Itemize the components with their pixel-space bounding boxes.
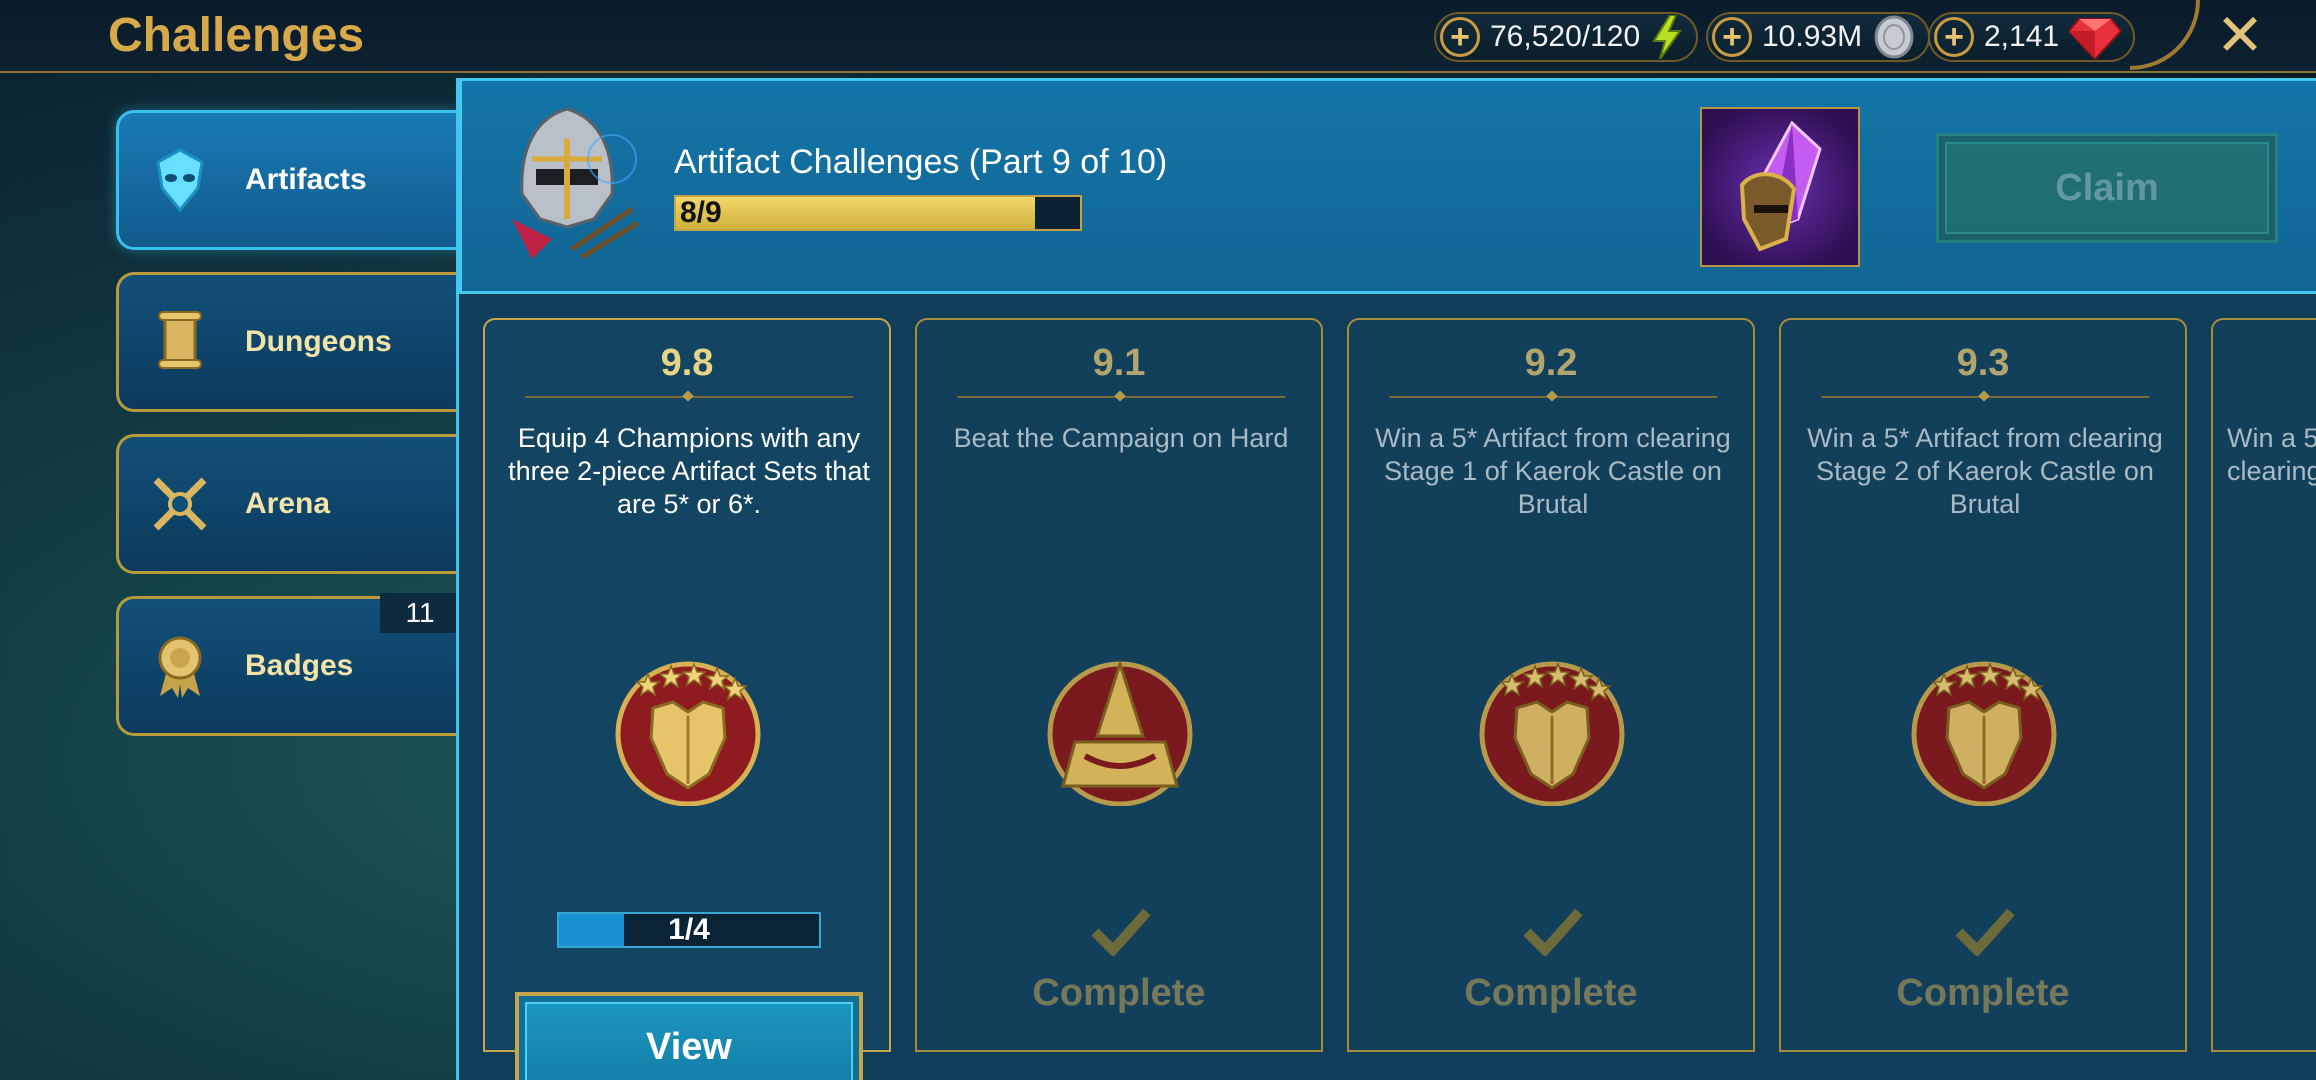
challenge-header: Artifact Challenges (Part 9 of 10) 8/9 C… — [459, 78, 2316, 294]
challenge-progress-fill — [676, 197, 1036, 229]
sidebar-item-label: Artifacts — [245, 163, 367, 196]
complete-label: Complete — [1032, 972, 1206, 1014]
card-description: Win a 5* Artifact from clearing Stage 1 … — [1375, 423, 1731, 519]
card-description: Win a 5* Artifact from clearing Stage 2 … — [1807, 423, 2163, 519]
challenge-card-current: 9.8 Equip 4 Champions with any three 2-p… — [483, 318, 891, 1080]
complete-label: Complete — [1464, 972, 1638, 1014]
card-progress-bar: 1/4 — [557, 912, 821, 948]
crossed-swords-icon — [145, 469, 215, 539]
top-bar: Challenges + 76,520/120 + 10.93M + 2,141… — [0, 0, 2316, 73]
challenge-progress-bar: 8/9 — [674, 195, 1082, 231]
card-description: Beat the Campaign on Hard — [953, 423, 1289, 453]
page-title: Challenges — [108, 9, 365, 62]
card-description: Equip 4 Champions with any three 2-piece… — [508, 423, 870, 519]
silver-value: 10.93M — [1762, 20, 1863, 53]
claim-button[interactable]: Claim — [1936, 133, 2278, 243]
sidebar-item-dungeons[interactable]: Dungeons — [116, 272, 460, 412]
card-divider — [1821, 396, 2149, 398]
checkmark-icon — [1523, 906, 1583, 958]
ribbon-badge-icon — [145, 631, 215, 701]
gems-value: 2,141 — [1984, 20, 2060, 53]
reward-item-icon[interactable] — [1700, 107, 1860, 267]
view-button[interactable]: View — [515, 992, 863, 1080]
sidebar-item-label: Arena — [245, 487, 331, 520]
challenge-progress-text: 8/9 — [680, 196, 722, 229]
armor-medal-icon — [1909, 656, 2059, 807]
card-progress-text: 1/4 — [668, 913, 710, 946]
add-silver-button[interactable]: + — [1712, 17, 1752, 57]
card-divider — [1389, 396, 1717, 398]
gem-icon — [2069, 15, 2122, 59]
sidebar-item-artifacts[interactable]: Artifacts — [116, 110, 460, 250]
add-gems-button[interactable]: + — [1934, 17, 1974, 57]
corner-ornament — [2130, 0, 2200, 70]
card-number: 9.2 — [1524, 342, 1578, 384]
challenge-title: Artifact Challenges (Part 9 of 10) — [674, 143, 1168, 181]
challenge-card-complete: 9.2 Win a 5* Artifact from clearing Stag… — [1347, 318, 1755, 1052]
card-number: 9.8 — [660, 342, 714, 384]
card-number: 9.1 — [1092, 342, 1146, 384]
sidebar-item-label: Dungeons — [245, 325, 392, 358]
challenge-panel: Artifact Challenges (Part 9 of 10) 8/9 C… — [456, 78, 2316, 1080]
energy-counter: + 76,520/120 — [1434, 12, 1699, 62]
checkmark-icon — [1091, 906, 1151, 958]
checkmark-icon — [1955, 906, 2015, 958]
artifact-mask-icon — [145, 145, 215, 215]
card-divider — [525, 396, 853, 398]
card-divider — [957, 396, 1285, 398]
scroll-icon — [145, 307, 215, 377]
armor-medal-icon — [613, 656, 763, 807]
sidebar-item-badges[interactable]: Badges 11 — [116, 593, 460, 736]
challenge-card-complete: 9.3 Win a 5* Artifact from clearing Stag… — [1779, 318, 2187, 1052]
crown-medal-icon — [1045, 656, 1195, 807]
card-number: 9.3 — [1956, 342, 2010, 384]
armor-medal-icon — [1477, 656, 1627, 807]
helmet-emblem-icon — [492, 99, 642, 269]
sidebar-item-arena[interactable]: Arena — [116, 434, 460, 574]
badges-count-badge: 11 — [380, 593, 460, 633]
lightning-icon — [1650, 15, 1684, 59]
complete-label: Complete — [1896, 972, 2070, 1014]
challenge-card-partial: Win a 5* Artifact from clearing Stage — [2211, 318, 2316, 1052]
add-energy-button[interactable]: + — [1440, 17, 1480, 57]
gems-counter: + 2,141 — [1928, 12, 2136, 62]
challenge-card-complete: 9.1 Beat the Campaign on Hard Complete — [915, 318, 1323, 1052]
silver-counter: + 10.93M — [1706, 12, 1931, 62]
card-description: Win a 5* Artifact from clearing Stage — [2227, 423, 2316, 486]
sidebar-item-label: Badges — [245, 649, 354, 682]
silver-coin-icon — [1872, 15, 1916, 59]
energy-value: 76,520/120 — [1490, 20, 1641, 53]
close-button[interactable]: ✕ — [2210, 6, 2270, 66]
